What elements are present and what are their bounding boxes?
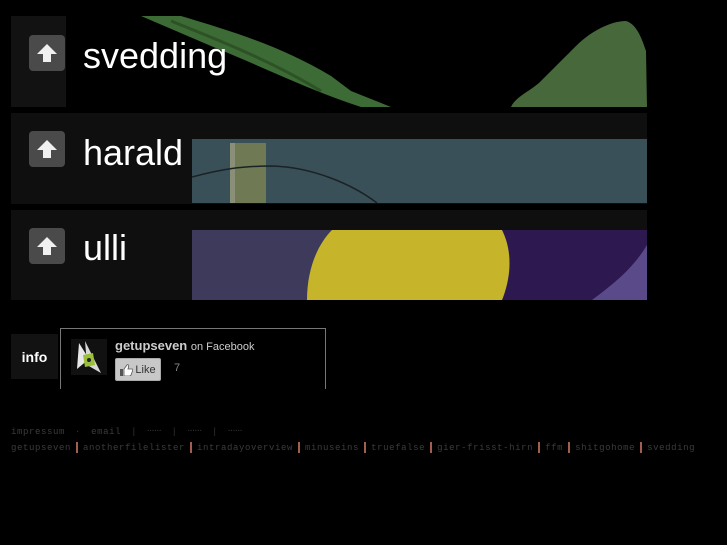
footer-link-minuseins[interactable]: minuseins bbox=[305, 443, 359, 453]
row-title[interactable]: ulli bbox=[83, 230, 127, 266]
row-title[interactable]: svedding bbox=[83, 38, 227, 74]
tiny-link[interactable]: ▪▪▪▪▪▪ bbox=[228, 430, 242, 434]
footer-link-anotherfilelister[interactable]: anotherfilelister bbox=[83, 443, 185, 453]
upvote-button[interactable] bbox=[29, 131, 65, 167]
facebook-like-box: getupseven on Facebook Like 7 bbox=[60, 328, 326, 389]
separator bbox=[430, 442, 433, 453]
facebook-page-name[interactable]: getupseven on Facebook bbox=[115, 338, 254, 353]
separator bbox=[538, 442, 541, 453]
footer-link-gier-frisst-hirn[interactable]: gier-frisst-hirn bbox=[437, 443, 533, 453]
fence-post-image bbox=[192, 139, 647, 203]
arrow-up-icon bbox=[37, 140, 57, 158]
info-tab[interactable]: info bbox=[11, 334, 58, 379]
footer-meta-links: impressum · email | ▪▪▪▪▪▪ | ▪▪▪▪▪▪ | ▪▪… bbox=[11, 427, 242, 437]
row-title[interactable]: harald bbox=[83, 135, 183, 171]
dot-separator: · bbox=[75, 427, 82, 437]
like-label: Like bbox=[135, 363, 156, 376]
footer-link-getupseven[interactable]: getupseven bbox=[11, 443, 71, 453]
separator bbox=[568, 442, 571, 453]
thumbs-up-icon bbox=[120, 363, 134, 376]
page-avatar[interactable] bbox=[71, 339, 107, 375]
separator: | bbox=[212, 427, 219, 437]
separator bbox=[640, 442, 643, 453]
gallery-row-ulli[interactable]: ulli bbox=[11, 210, 647, 300]
arrow-up-icon bbox=[37, 237, 57, 255]
footer-project-links: getupseven anotherfilelister intradayoverv… bbox=[11, 442, 695, 453]
like-button[interactable]: Like bbox=[115, 358, 161, 381]
separator: | bbox=[131, 427, 138, 437]
upvote-button[interactable] bbox=[29, 35, 65, 71]
like-count: 7 bbox=[174, 362, 181, 374]
separator bbox=[298, 442, 301, 453]
separator bbox=[364, 442, 367, 453]
separator: | bbox=[171, 427, 178, 437]
footer-link-intradayoverview[interactable]: intradayoverview bbox=[197, 443, 293, 453]
page-name-link[interactable]: getupseven bbox=[115, 338, 187, 353]
flower-image bbox=[192, 230, 647, 300]
footer-link-shitgohome[interactable]: shitgohome bbox=[575, 443, 635, 453]
footer-link-ffm[interactable]: ffm bbox=[545, 443, 563, 453]
arrow-up-icon bbox=[37, 44, 57, 62]
impressum-link[interactable]: impressum bbox=[11, 427, 65, 437]
upvote-button[interactable] bbox=[29, 228, 65, 264]
gallery-row-harald[interactable]: harald bbox=[11, 113, 647, 204]
email-link[interactable]: email bbox=[91, 427, 121, 437]
footer-link-truefalse[interactable]: truefalse bbox=[371, 443, 425, 453]
tiny-link[interactable]: ▪▪▪▪▪▪ bbox=[188, 430, 202, 434]
separator bbox=[190, 442, 193, 453]
separator bbox=[76, 442, 79, 453]
on-facebook-text: on Facebook bbox=[190, 341, 255, 353]
gallery-row-svedding[interactable]: svedding bbox=[11, 16, 647, 107]
tiny-link[interactable]: ▪▪▪▪▪▪ bbox=[147, 430, 161, 434]
footer-link-svedding[interactable]: svedding bbox=[647, 443, 695, 453]
